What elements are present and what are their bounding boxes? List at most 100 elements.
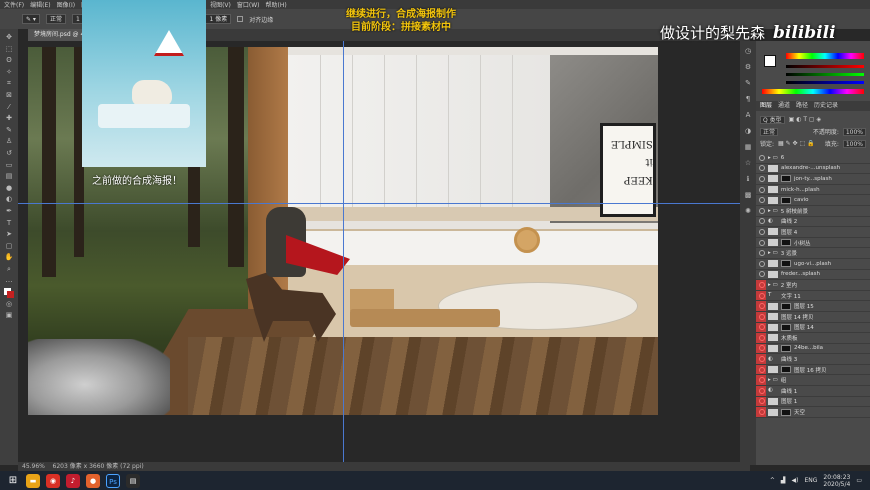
clone-stamp-icon[interactable]: ♙: [4, 137, 14, 145]
input-language[interactable]: ENG: [804, 477, 817, 484]
crop-tool-icon[interactable]: ⌗: [4, 79, 14, 87]
volume-icon[interactable]: ◀): [791, 477, 798, 484]
vertical-guide[interactable]: [343, 41, 344, 462]
layer-row[interactable]: 图层 14 拷贝: [756, 311, 870, 323]
layer-mask-thumbnail[interactable]: [781, 175, 791, 183]
opacity-input[interactable]: 100%: [842, 127, 866, 136]
info-panel-icon[interactable]: ℹ: [743, 175, 753, 183]
layer-row[interactable]: ◐ 曲线 1: [756, 386, 870, 397]
visibility-eye-icon[interactable]: [759, 292, 765, 299]
visibility-eye-icon[interactable]: [759, 197, 765, 204]
layer-row[interactable]: ▸ ▭ 3 远景: [756, 248, 870, 259]
lightbulb-icon[interactable]: ✺: [743, 207, 753, 215]
blur-tool-icon[interactable]: ●: [4, 184, 14, 192]
screen-mode-icon[interactable]: ▣: [4, 311, 14, 319]
layer-mask-thumbnail[interactable]: [781, 260, 791, 268]
layer-row[interactable]: 图层 14: [756, 322, 870, 334]
layer-mask-thumbnail[interactable]: [781, 408, 791, 416]
panel-tab[interactable]: 图层: [760, 101, 772, 111]
visibility-eye-icon[interactable]: [759, 387, 765, 394]
magic-wand-tool-icon[interactable]: ✧: [4, 68, 14, 76]
layer-mask-thumbnail[interactable]: [781, 196, 791, 204]
layer-row[interactable]: ▸ ▭ 2 室内: [756, 280, 870, 291]
layer-row[interactable]: ▸ ▭ 组: [756, 375, 870, 387]
paragraph-panel-icon[interactable]: ¶: [743, 95, 753, 103]
app-icon[interactable]: ●: [86, 473, 100, 488]
menu-item[interactable]: 窗口(W): [237, 0, 260, 9]
filter-icons[interactable]: ▣ ◐ T ▢ ◈: [789, 116, 821, 123]
layer-mask-thumbnail[interactable]: [781, 344, 791, 352]
align-edges-checkbox[interactable]: [237, 16, 244, 22]
layer-row[interactable]: ◐ 曲线 2: [756, 217, 870, 228]
visibility-eye-icon[interactable]: [759, 271, 765, 278]
visibility-eye-icon[interactable]: [759, 175, 765, 182]
layer-row[interactable]: 24be...bila: [756, 343, 870, 355]
visibility-eye-icon[interactable]: [759, 409, 765, 416]
layer-mask-thumbnail[interactable]: [781, 323, 791, 331]
clock[interactable]: 20:08:23 2020/5/4: [823, 474, 850, 488]
layer-mask-thumbnail[interactable]: [781, 239, 791, 247]
color-swatches-icon[interactable]: [4, 288, 14, 299]
color-ramp[interactable]: [786, 53, 864, 59]
notification-icon[interactable]: ▭: [856, 477, 862, 484]
netease-music-icon[interactable]: ♪: [66, 473, 80, 488]
dodge-tool-icon[interactable]: ◐: [4, 195, 14, 203]
layer-row[interactable]: 木质板: [756, 333, 870, 344]
panel-tab[interactable]: 通道: [778, 101, 790, 111]
panel-tab[interactable]: 历史记录: [814, 101, 838, 111]
frame-tool-icon[interactable]: ⊠: [4, 91, 14, 99]
visibility-eye-icon[interactable]: [759, 366, 765, 373]
layer-row[interactable]: jon-ty...splash: [756, 174, 870, 185]
layer-mask-thumbnail[interactable]: [781, 302, 791, 310]
layer-row[interactable]: 天空: [756, 407, 870, 418]
layer-row[interactable]: cavio: [756, 195, 870, 206]
path-selection-icon[interactable]: ➤: [4, 230, 14, 238]
move-tool-icon[interactable]: ✥: [4, 33, 14, 41]
eyedropper-tool-icon[interactable]: ⁄: [4, 103, 14, 111]
lasso-tool-icon[interactable]: ʘ: [4, 56, 14, 64]
libraries-panel-icon[interactable]: ▦: [743, 143, 753, 151]
visibility-eye-icon[interactable]: [759, 239, 765, 246]
menu-item[interactable]: 视图(V): [210, 0, 231, 9]
horizontal-guide[interactable]: [18, 203, 750, 204]
menu-item[interactable]: 帮助(H): [266, 0, 287, 9]
visibility-eye-icon[interactable]: [759, 165, 765, 172]
zoom-tool-icon[interactable]: ⌕: [4, 265, 14, 273]
network-icon[interactable]: ▟: [781, 477, 786, 484]
marquee-tool-icon[interactable]: ⬚: [4, 45, 14, 53]
character-panel-icon[interactable]: A: [743, 111, 753, 119]
app-window-icon[interactable]: ▤: [126, 473, 140, 488]
green-slider[interactable]: [786, 73, 864, 76]
layer-row[interactable]: freder...splash: [756, 270, 870, 281]
stroke-input[interactable]: 1 像素: [205, 14, 232, 24]
history-panel-icon[interactable]: ◷: [743, 47, 753, 55]
adjustments-panel-icon[interactable]: ◑: [743, 127, 753, 135]
type-tool-icon[interactable]: T: [4, 219, 14, 227]
file-explorer-icon[interactable]: ▬: [26, 473, 40, 488]
layer-row[interactable]: 图层 4: [756, 227, 870, 238]
red-slider[interactable]: [786, 65, 864, 68]
visibility-eye-icon[interactable]: [759, 228, 765, 235]
pen-tool-icon[interactable]: ✒: [4, 207, 14, 215]
menu-item[interactable]: 编辑(E): [30, 0, 50, 9]
fill-input[interactable]: 100%: [842, 139, 866, 148]
layer-row[interactable]: 图层 16 拷贝: [756, 364, 870, 376]
photoshop-icon[interactable]: Ps: [106, 473, 120, 488]
layer-row[interactable]: alexandre-...unsplash: [756, 164, 870, 175]
blend-mode-select[interactable]: 正常: [760, 127, 779, 136]
lock-icons[interactable]: ▦ ✎ ✥ ⬚ 🔒: [778, 140, 815, 147]
layer-row[interactable]: mick-h...plash: [756, 185, 870, 196]
menu-item[interactable]: 文件(F): [4, 0, 24, 9]
brush-tool-icon[interactable]: ✎: [4, 126, 14, 134]
mode-select[interactable]: 正常: [45, 14, 66, 24]
quick-mask-icon[interactable]: ◎: [4, 300, 14, 308]
layer-row[interactable]: 小树丛: [756, 238, 870, 249]
history-brush-icon[interactable]: ↺: [4, 149, 14, 157]
panel-tab[interactable]: 路径: [796, 101, 808, 111]
zoom-level[interactable]: 45.96%: [22, 463, 45, 470]
menu-item[interactable]: 图像(I): [57, 0, 75, 9]
visibility-eye-icon[interactable]: [759, 281, 765, 288]
visibility-eye-icon[interactable]: [759, 154, 765, 161]
chrome-icon[interactable]: ◉: [46, 473, 60, 488]
spectrum-bar[interactable]: [762, 89, 864, 94]
